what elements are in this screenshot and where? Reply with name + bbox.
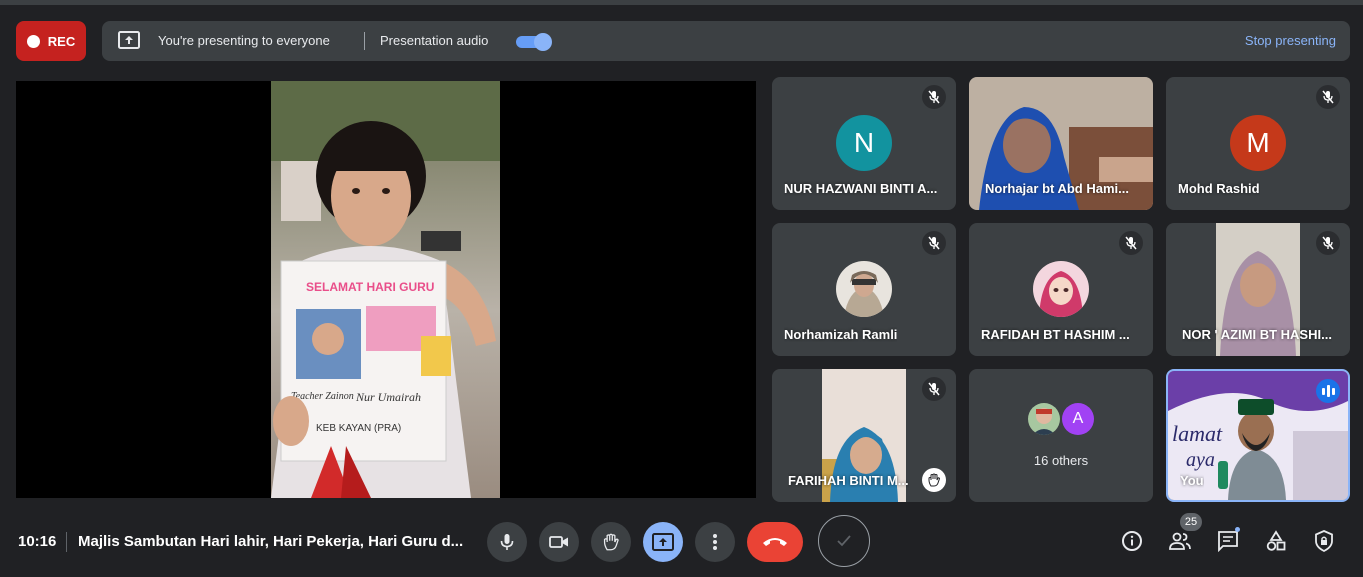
divider bbox=[66, 532, 67, 552]
activities-button[interactable] bbox=[1260, 525, 1292, 557]
mic-off-icon bbox=[1119, 231, 1143, 255]
participant-name: RAFIDAH BT HASHIM ... bbox=[981, 327, 1130, 342]
participant-name: Mohd Rashid bbox=[1178, 181, 1260, 196]
svg-text:Nur Umairah: Nur Umairah bbox=[355, 390, 421, 404]
leave-call-button[interactable] bbox=[747, 522, 803, 562]
stop-presenting-button[interactable]: Stop presenting bbox=[1245, 33, 1336, 48]
present-button[interactable] bbox=[643, 522, 683, 562]
mic-off-icon bbox=[1316, 85, 1340, 109]
chat-notification-dot bbox=[1235, 527, 1240, 532]
recording-indicator[interactable]: REC bbox=[16, 21, 86, 61]
check-button[interactable] bbox=[818, 515, 870, 567]
present-icon bbox=[652, 533, 674, 551]
self-view-tile[interactable]: lamat aya You bbox=[1166, 369, 1350, 502]
mic-off-icon bbox=[922, 377, 946, 401]
presentation-audio-label: Presentation audio bbox=[380, 33, 489, 48]
clock: 10:16 bbox=[18, 533, 57, 550]
divider bbox=[364, 32, 365, 50]
participant-name: Norhamizah Ramli bbox=[784, 327, 898, 342]
raise-hand-button[interactable] bbox=[591, 522, 631, 562]
hangup-icon bbox=[763, 538, 787, 546]
participant-tile[interactable]: M Mohd Rashid bbox=[1166, 77, 1350, 210]
participant-name: Norhajar bt Abd Hami... bbox=[985, 181, 1129, 196]
avatar: A bbox=[1062, 403, 1094, 435]
svg-text:SELAMAT HARI GURU: SELAMAT HARI GURU bbox=[306, 280, 434, 294]
participant-tile[interactable]: Norhajar bt Abd Hami... bbox=[969, 77, 1153, 210]
checkmark-icon bbox=[837, 535, 851, 547]
camera-button[interactable] bbox=[539, 522, 579, 562]
speaking-indicator-icon bbox=[1316, 379, 1340, 403]
meeting-title: Majlis Sambutan Hari lahir, Hari Pekerja… bbox=[78, 533, 464, 550]
more-options-icon bbox=[713, 534, 717, 550]
participant-tile[interactable]: RAFIDAH BT HASHIM ... bbox=[969, 223, 1153, 356]
avatar: M bbox=[1230, 115, 1286, 171]
meeting-details-button[interactable] bbox=[1116, 525, 1148, 557]
avatar bbox=[1028, 403, 1060, 435]
avatar bbox=[836, 261, 892, 317]
svg-text:KEB KAYAN (PRA): KEB KAYAN (PRA) bbox=[316, 423, 401, 434]
participant-tile[interactable]: N NUR HAZWANI BINTI A... bbox=[772, 77, 956, 210]
raised-hand-icon bbox=[922, 468, 946, 492]
presenting-status: You're presenting to everyone bbox=[158, 33, 330, 48]
info-icon bbox=[1122, 531, 1142, 551]
host-controls-icon bbox=[1315, 530, 1333, 552]
people-icon bbox=[1169, 532, 1191, 550]
participant-name: NOR ' AZIMI BT HASHI... bbox=[1182, 327, 1332, 342]
svg-text:lamat: lamat bbox=[1172, 421, 1223, 446]
camera-icon bbox=[549, 536, 568, 548]
present-to-all-icon bbox=[118, 31, 140, 49]
people-button[interactable] bbox=[1164, 525, 1196, 557]
window-top-edge bbox=[0, 0, 1363, 5]
participant-name: NUR HAZWANI BINTI A... bbox=[784, 181, 938, 196]
chat-icon bbox=[1218, 531, 1238, 552]
mic-off-icon bbox=[1316, 231, 1340, 255]
activities-icon bbox=[1266, 530, 1286, 551]
participant-name: You bbox=[1180, 473, 1204, 488]
mic-off-icon bbox=[922, 231, 946, 255]
avatar bbox=[1033, 261, 1089, 317]
video-content-image: SELAMAT HARI GURU Teacher Zainon Nur Uma… bbox=[271, 81, 500, 498]
chat-button[interactable] bbox=[1212, 525, 1244, 557]
others-count-label: 16 others bbox=[1033, 453, 1089, 468]
others-tile[interactable]: A 16 others bbox=[969, 369, 1153, 502]
participant-tile[interactable]: FARIHAH BINTI M... bbox=[772, 369, 956, 502]
record-dot-icon bbox=[26, 34, 40, 48]
recording-label: REC bbox=[47, 33, 76, 49]
presented-video-frame: SELAMAT HARI GURU Teacher Zainon Nur Uma… bbox=[271, 81, 500, 498]
participant-tile[interactable]: Norhamizah Ramli bbox=[772, 223, 956, 356]
avatar: N bbox=[836, 115, 892, 171]
participant-tile[interactable]: NOR ' AZIMI BT HASHI... bbox=[1166, 223, 1350, 356]
presentation-video: SELAMAT HARI GURU Teacher Zainon Nur Uma… bbox=[16, 81, 756, 498]
microphone-button[interactable] bbox=[487, 522, 527, 562]
more-options-button[interactable] bbox=[695, 522, 735, 562]
participant-name: FARIHAH BINTI M... bbox=[788, 473, 909, 488]
raise-hand-icon bbox=[603, 533, 619, 551]
mic-icon bbox=[500, 534, 514, 550]
mic-off-icon bbox=[922, 85, 946, 109]
presentation-audio-toggle[interactable] bbox=[516, 33, 552, 51]
host-controls-button[interactable] bbox=[1308, 525, 1340, 557]
svg-text:aya: aya bbox=[1186, 449, 1215, 471]
presenting-bar: You're presenting to everyone Presentati… bbox=[102, 21, 1350, 61]
